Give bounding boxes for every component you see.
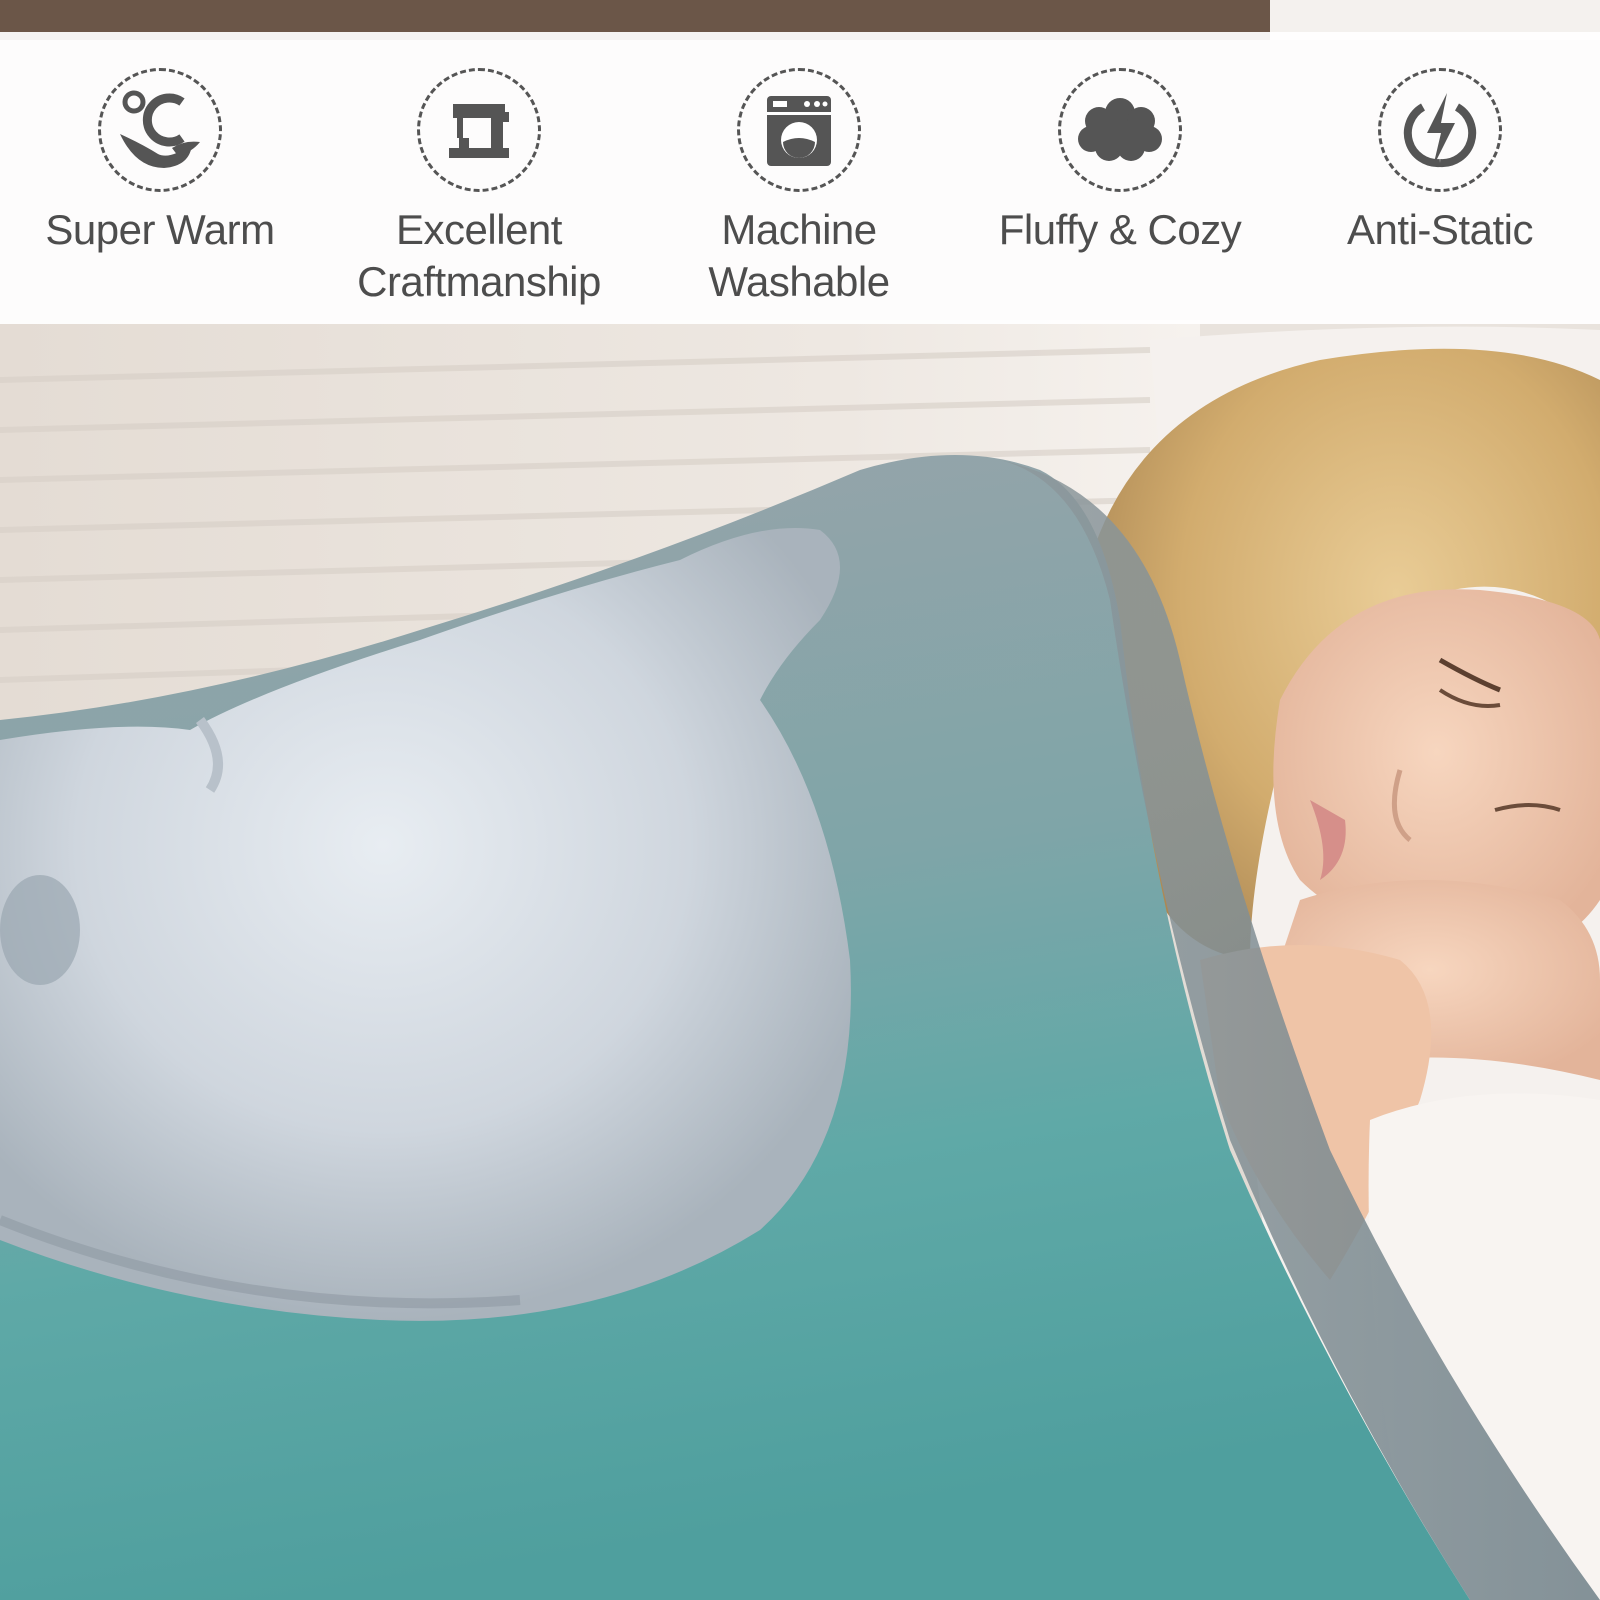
cloud-icon <box>1058 68 1182 192</box>
sewing-machine-icon <box>417 68 541 192</box>
feature-fluffy-cozy: Fluffy & Cozy <box>970 68 1270 256</box>
lightning-icon <box>1378 68 1502 192</box>
feature-label: Anti-Static <box>1347 206 1533 253</box>
feature-label: Super Warm <box>45 206 275 253</box>
feature-label: Fluffy & Cozy <box>998 206 1242 253</box>
feature-label: Excellent Craftmanship <box>357 206 601 305</box>
feature-excellent-craftmanship: Excellent Craftmanship <box>329 68 629 308</box>
feature-machine-washable: Machine Washable <box>649 68 949 308</box>
washing-machine-icon <box>737 68 861 192</box>
feature-banner: Super Warm Excellent Craftmanship Machin… <box>0 32 1600 324</box>
feature-label: Machine Washable <box>708 206 890 305</box>
feature-anti-static: Anti-Static <box>1290 68 1590 256</box>
feature-super-warm: Super Warm <box>10 68 310 256</box>
warm-icon <box>98 68 222 192</box>
